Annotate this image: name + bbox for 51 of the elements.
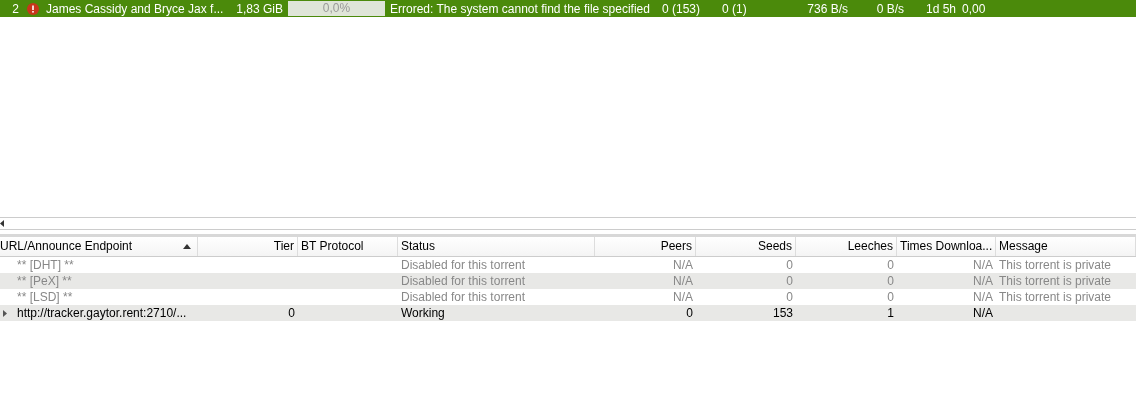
table-cell: 0 [288, 305, 295, 321]
table-cell: N/A [973, 289, 993, 305]
table-cell: N/A [973, 273, 993, 289]
table-cell: 0 [887, 289, 894, 305]
column-header[interactable]: Message [996, 237, 1136, 256]
table-cell-text: 0 B/s [875, 0, 905, 18]
column-header[interactable]: Times Downloa... [897, 237, 996, 256]
expand-arrow-icon[interactable] [3, 309, 7, 317]
table-cell: N/A [973, 257, 993, 273]
table-cell: 1 [887, 305, 894, 321]
column-header[interactable]: Leeches [796, 237, 897, 256]
progress-bar: 0,0% [288, 1, 385, 16]
table-cell: N/A [673, 273, 693, 289]
table-cell: Disabled for this torrent [401, 257, 526, 273]
table-cell-text: 0 (1) [721, 0, 748, 18]
table-cell: Working [401, 305, 445, 321]
column-header[interactable]: Seeds [696, 237, 796, 256]
column-header[interactable]: URL/Announce Endpoint [0, 237, 198, 256]
table-cell: 153 [772, 305, 793, 321]
table-cell-text: 0 (153) [661, 0, 702, 18]
scroll-left-icon[interactable] [0, 220, 5, 227]
table-cell-text: 2 [11, 0, 20, 18]
table-cell: This torrent is private [999, 289, 1112, 305]
table-cell-text: 0,00 [961, 0, 987, 18]
table-cell: N/A [973, 305, 993, 321]
table-cell: This torrent is private [999, 257, 1112, 273]
table-cell-text: 736 B/s [806, 0, 849, 18]
table-cell: N/A [673, 257, 693, 273]
table-cell: Disabled for this torrent [401, 289, 526, 305]
torrent-row[interactable]: 2 James Cassidy and Bryce Jax f... 1,83 GiB 0,0% Errored: The system cannot find the file specified 0 (153) 0 (1) 736 B/s 0 B/s 1d 5h 0,00 [0, 0, 1136, 17]
table-cell-text: Errored: The system cannot find the file specified [389, 0, 651, 18]
column-header[interactable]: Tier [198, 237, 298, 256]
table-cell: 0 [786, 289, 793, 305]
tracker-url: ** [PeX] ** [17, 273, 72, 289]
table-cell: Disabled for this torrent [401, 273, 526, 289]
table-cell-text: 1d 5h [924, 0, 957, 18]
table-cell: 0 [786, 273, 793, 289]
column-header[interactable]: BT Protocol [298, 237, 398, 256]
tracker-url: http://tracker.gaytor.rent:2710/... [17, 305, 187, 321]
column-header[interactable]: Status [398, 237, 595, 256]
table-cell: 0 [887, 273, 894, 289]
table-cell: 0 [686, 305, 693, 321]
table-cell-text: James Cassidy and Bryce Jax f... [45, 0, 225, 18]
column-header[interactable]: Peers [595, 237, 696, 256]
table-cell: N/A [673, 289, 693, 305]
table-cell: 0 [786, 257, 793, 273]
table-cell: 0 [887, 257, 894, 273]
table-cell-text: 1,83 GiB [235, 0, 284, 18]
tracker-url: ** [DHT] ** [17, 257, 74, 273]
tracker-url: ** [LSD] ** [17, 289, 73, 305]
table-cell: This torrent is private [999, 273, 1112, 289]
